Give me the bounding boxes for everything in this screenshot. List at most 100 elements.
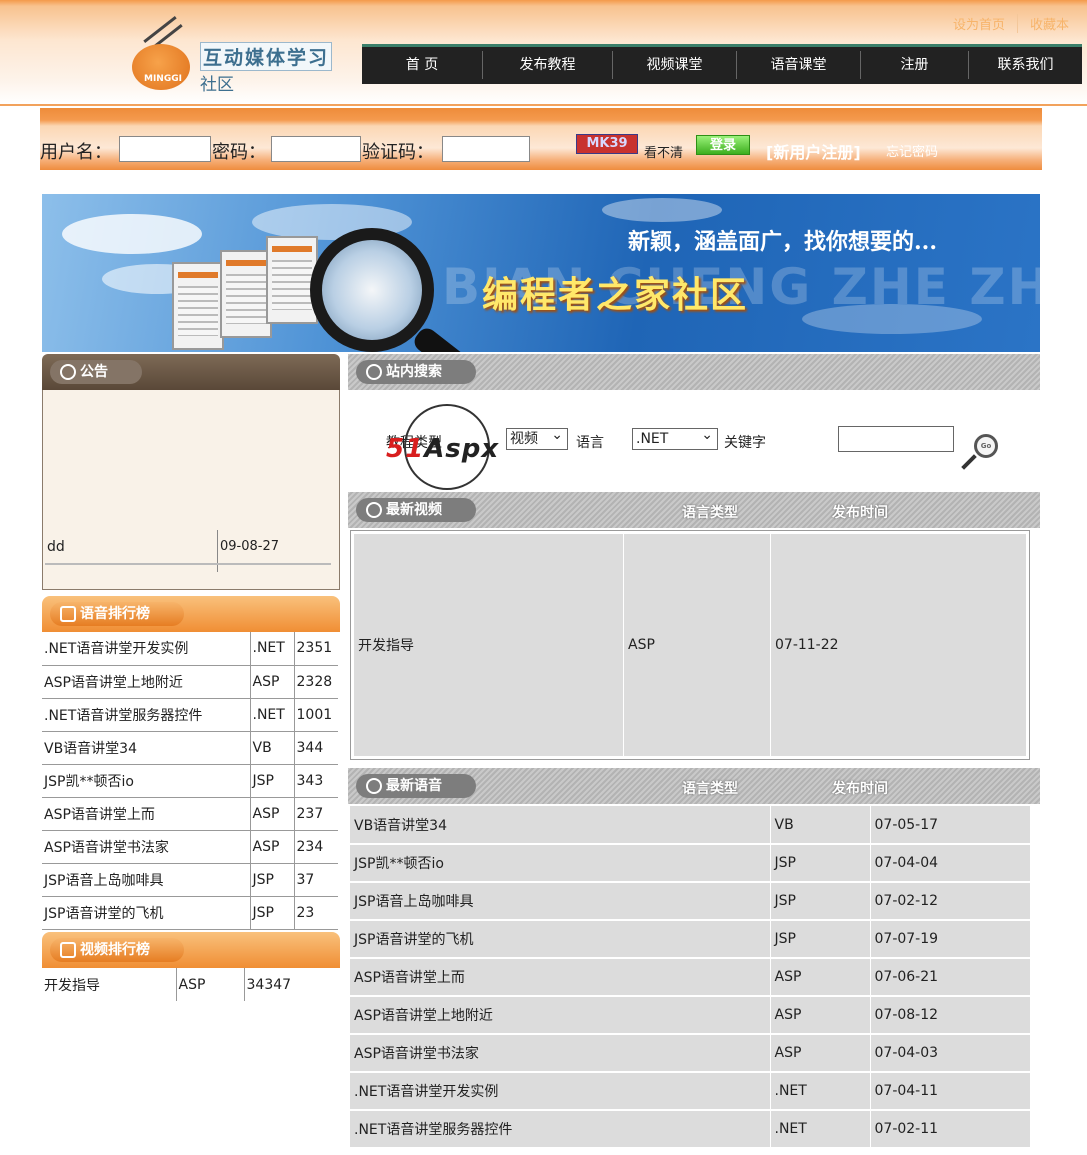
rank-item-title[interactable]: .NET语音讲堂开发实例 (42, 632, 250, 666)
rank-item-title[interactable]: JSP语音上岛咖啡具 (42, 863, 250, 897)
divider (45, 563, 331, 565)
nav-home[interactable]: 首 页 (362, 51, 482, 79)
table-row[interactable]: VB语音讲堂34 VB 344 (42, 731, 338, 765)
item-date: 07-07-19 (869, 920, 1030, 959)
rank-item-title[interactable]: 开发指导 (42, 968, 176, 1001)
rank-item-lang: ASP (249, 665, 294, 699)
voice-rank-title: 语音排行榜 (50, 602, 184, 626)
table-row[interactable]: ASP语音讲堂上地附近 ASP 2328 (42, 665, 338, 699)
watermark-logo: 51Aspx (386, 404, 506, 494)
item-title[interactable]: JSP语音讲堂的飞机 (350, 920, 770, 959)
rank-item-title[interactable]: .NET语音讲堂服务器控件 (42, 698, 250, 732)
table-row[interactable]: ASP语音讲堂上而 ASP 07-06-21 (350, 958, 1030, 997)
nav-register[interactable]: 注册 (860, 51, 968, 79)
set-homepage-link[interactable]: 设为首页 (941, 14, 1017, 33)
rank-item-title[interactable]: ASP语音讲堂上地附近 (42, 665, 250, 699)
table-row[interactable]: ASP语音讲堂上而 ASP 237 (42, 797, 338, 831)
nav-publish-tutorial[interactable]: 发布教程 (482, 51, 612, 79)
rank-item-count: 1001 (293, 698, 338, 732)
table-row[interactable]: .NET语音讲堂开发实例 .NET 2351 (42, 632, 338, 666)
rank-item-lang: JSP (249, 764, 294, 798)
table-row[interactable]: .NET语音讲堂服务器控件 .NET 1001 (42, 698, 338, 732)
captcha-image[interactable]: MK39 (576, 134, 638, 154)
logo-emblem (132, 44, 190, 90)
table-row[interactable]: ASP语音讲堂书法家 ASP 07-04-03 (350, 1034, 1030, 1073)
item-lang: ASP (623, 533, 771, 757)
banner-title: 编程者之家社区 (482, 275, 749, 316)
nav-voice-class[interactable]: 语音课堂 (736, 51, 860, 79)
table-row[interactable]: JSP语音讲堂的飞机 JSP 07-07-19 (350, 920, 1030, 959)
film-reel-icon (366, 502, 382, 518)
table-row[interactable]: JSP语音上岛咖啡具 JSP 07-02-12 (350, 882, 1030, 921)
rank-item-lang: .NET (249, 632, 294, 666)
register-link[interactable]: [新用户注册] (766, 139, 861, 163)
main-nav: 首 页 发布教程 视频课堂 语音课堂 注册 联系我们 (362, 44, 1082, 84)
rank-item-title[interactable]: ASP语音讲堂书法家 (42, 830, 250, 864)
notice-panel: dd 09-08-27 (42, 390, 340, 590)
rank-item-title[interactable]: JSP语音讲堂的飞机 (42, 896, 250, 930)
table-row[interactable]: JSP语音讲堂的飞机 JSP 23 (42, 896, 338, 930)
item-title[interactable]: ASP语音讲堂上而 (350, 958, 770, 997)
table-row[interactable]: JSP凯**顿否io JSP 343 (42, 764, 338, 798)
password-label: 密码： (212, 142, 266, 163)
table-row[interactable]: JSP语音上岛咖啡具 JSP 37 (42, 863, 338, 897)
table-row[interactable]: .NET语音讲堂服务器控件 .NET 07-02-11 (350, 1110, 1030, 1149)
forgot-password-link[interactable]: 忘记密码 (886, 141, 938, 160)
rank-item-count: 37 (293, 863, 338, 897)
username-input[interactable] (119, 136, 211, 162)
list-item[interactable]: dd 09-08-27 (43, 530, 339, 572)
item-title[interactable]: JSP凯**顿否io (350, 844, 770, 883)
site-logo[interactable]: 互动媒体学习 社区 (128, 16, 348, 96)
item-lang: JSP (769, 844, 870, 883)
table-row[interactable]: ASP语音讲堂上地附近 ASP 07-08-12 (350, 996, 1030, 1035)
keyword-input[interactable] (838, 426, 954, 452)
bookmark-link[interactable]: 收藏本 (1016, 14, 1081, 33)
table-row[interactable]: VB语音讲堂34 VB 07-05-17 (350, 806, 1030, 845)
rank-item-count: 2328 (293, 665, 338, 699)
search-go-button[interactable]: Go (960, 432, 1000, 472)
refresh-captcha-link[interactable]: 看不清 (644, 142, 683, 161)
item-date: 07-06-21 (869, 958, 1030, 997)
item-title[interactable]: ASP语音讲堂书法家 (350, 1034, 770, 1073)
item-date: 07-11-22 (770, 533, 1027, 757)
item-lang: JSP (769, 882, 870, 921)
table-row[interactable]: JSP凯**顿否io JSP 07-04-04 (350, 844, 1030, 883)
tutorial-type-select[interactable]: 视频 (506, 425, 568, 450)
nav-contact[interactable]: 联系我们 (968, 51, 1082, 79)
rank-item-lang: ASP (249, 830, 294, 864)
password-input[interactable] (271, 136, 361, 162)
rank-item-lang: JSP (249, 896, 294, 930)
table-row[interactable]: 开发指导 ASP 07-11-22 (353, 533, 1027, 757)
item-title[interactable]: .NET语音讲堂开发实例 (350, 1072, 770, 1111)
item-title[interactable]: VB语音讲堂34 (350, 806, 770, 845)
captcha-input[interactable] (442, 136, 530, 162)
table-row[interactable]: 开发指导 ASP 34347 (42, 968, 338, 1001)
table-row[interactable]: .NET语音讲堂开发实例 .NET 07-04-11 (350, 1072, 1030, 1111)
rank-item-lang: ASP (175, 968, 244, 1001)
table-row[interactable]: ASP语音讲堂书法家 ASP 234 (42, 830, 338, 864)
item-title[interactable]: JSP语音上岛咖啡具 (350, 882, 770, 921)
item-title[interactable]: .NET语音讲堂服务器控件 (350, 1110, 770, 1149)
rank-item-title[interactable]: ASP语音讲堂上而 (42, 797, 250, 831)
col-publish-date: 发布时间 (832, 781, 888, 797)
item-title[interactable]: ASP语音讲堂上地附近 (350, 996, 770, 1035)
nav-video-class[interactable]: 视频课堂 (612, 51, 736, 79)
col-language-type: 语言类型 (682, 505, 738, 521)
col-publish-date: 发布时间 (832, 505, 888, 521)
video-rank-header: 视频排行榜 (42, 932, 340, 968)
banner-slogan: 新颖，涵盖面广，找你想要的... (628, 229, 937, 255)
item-title[interactable]: 开发指导 (353, 533, 624, 757)
item-date: 07-04-11 (869, 1072, 1030, 1111)
language-label: 语言 (576, 435, 604, 451)
language-select[interactable]: .NET (632, 425, 718, 450)
notice-item-title[interactable]: dd (43, 530, 217, 572)
login-button[interactable]: 登录 (696, 135, 750, 155)
rank-item-title[interactable]: JSP凯**顿否io (42, 764, 250, 798)
item-lang: .NET (769, 1110, 870, 1149)
rank-item-count: 344 (293, 731, 338, 765)
rank-item-count: 23 (293, 896, 338, 930)
search-title: 站内搜索 (356, 360, 476, 384)
rank-item-title[interactable]: VB语音讲堂34 (42, 731, 250, 765)
video-rank-table: 开发指导 ASP 34347 (42, 968, 338, 1001)
item-lang: ASP (769, 1034, 870, 1073)
